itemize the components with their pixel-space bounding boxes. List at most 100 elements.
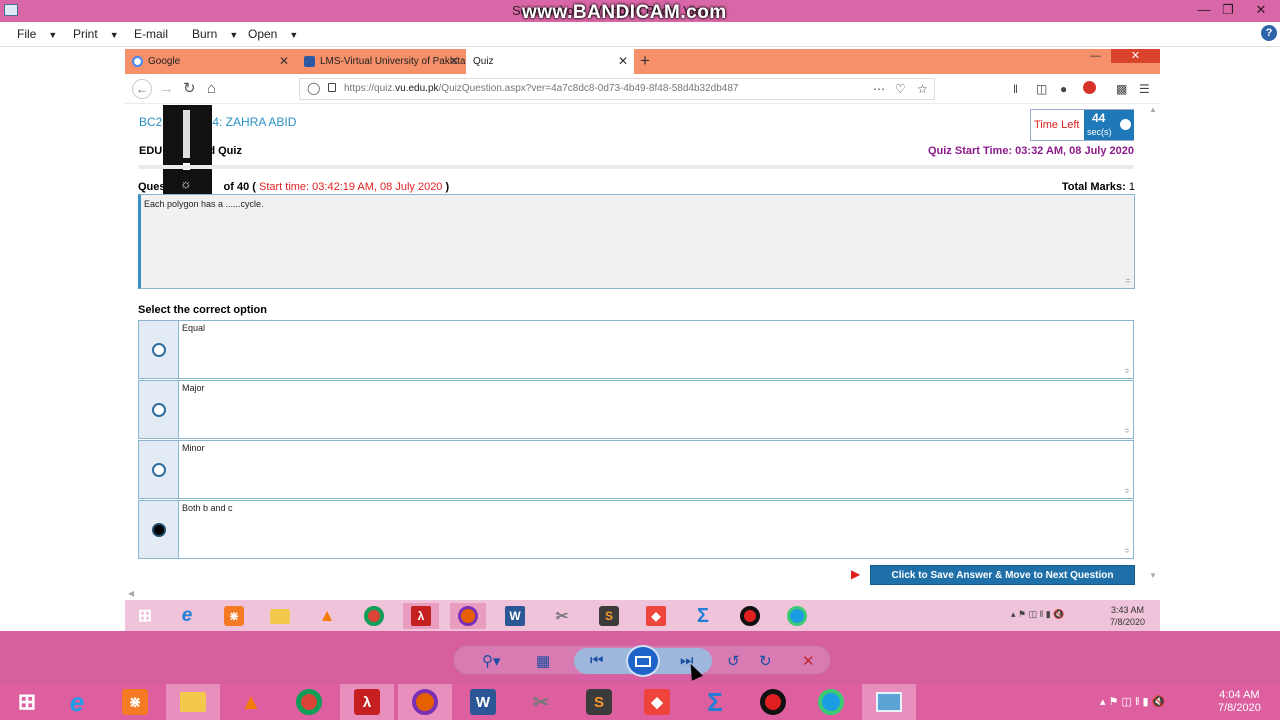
more-icon[interactable]: ⋯ <box>873 82 885 96</box>
menu-open[interactable]: Open ▼ <box>248 27 298 41</box>
close-icon[interactable]: ✕ <box>1111 49 1160 63</box>
save-next-button[interactable]: Click to Save Answer & Move to Next Ques… <box>870 565 1135 585</box>
delete-icon[interactable]: ✕ <box>802 652 815 670</box>
start-icon[interactable]: ⊞ <box>127 603 163 629</box>
time-left-value: 44 <box>1092 111 1106 125</box>
clock-icon <box>1120 119 1131 130</box>
restore-icon[interactable]: ❐ <box>1214 0 1242 20</box>
forward-icon[interactable]: → <box>159 80 174 98</box>
close-icon[interactable]: ✕ <box>449 49 459 74</box>
sublime-icon[interactable]: S <box>572 684 626 720</box>
chrome-icon[interactable] <box>356 603 392 629</box>
menu-email-label: E-mail <box>134 27 169 41</box>
file-explorer-icon[interactable] <box>262 603 298 629</box>
record-icon[interactable] <box>746 684 800 720</box>
library-icon[interactable]: ‖ <box>1013 82 1018 96</box>
menu-file[interactable]: File ▼ <box>17 27 57 41</box>
resize-grip-icon: ≑ <box>1125 278 1131 285</box>
sigma-icon[interactable]: Σ <box>685 603 721 629</box>
slideshow-icon <box>635 655 651 667</box>
bookmark-star-icon[interactable]: ☆ <box>917 82 928 96</box>
time-left-widget: Time Left 44 sec(s) <box>1030 109 1134 141</box>
option-row[interactable]: Both b and c ≑ <box>138 500 1134 559</box>
scroll-left-icon[interactable]: ◀ <box>128 589 134 598</box>
extensions-icon[interactable]: ▩ <box>1116 82 1127 96</box>
edge-icon[interactable] <box>779 603 815 629</box>
scroll-down-icon[interactable]: ▼ <box>1149 571 1157 580</box>
actual-size-icon[interactable]: ▦ <box>536 652 550 670</box>
home-icon[interactable]: ⌂ <box>207 80 216 98</box>
pocket-icon[interactable]: ♡ <box>895 82 906 96</box>
menu-email[interactable]: E-mail <box>134 27 168 41</box>
snipping-icon[interactable]: ✂ <box>544 603 580 629</box>
option-row[interactable]: Major ≑ <box>138 380 1134 439</box>
anydesk-icon[interactable]: ◆ <box>630 684 684 720</box>
tab-google-label: Google <box>148 56 181 67</box>
back-icon[interactable]: ← <box>132 79 152 99</box>
tab-lms[interactable]: LMS-Virtual University of Pakistan ✕ <box>297 49 465 74</box>
minimize-icon[interactable]: — <box>1090 49 1101 63</box>
firefox-icon[interactable] <box>450 603 486 629</box>
option-radio-1[interactable] <box>152 343 166 357</box>
sidebar-icon[interactable]: ◫ <box>1036 82 1047 96</box>
start-icon[interactable]: ⊞ <box>0 684 54 720</box>
scroll-up-icon[interactable]: ▲ <box>1149 105 1157 114</box>
menu-burn[interactable]: Burn ▼ <box>192 27 238 41</box>
rotate-right-icon[interactable]: ↻ <box>759 652 772 670</box>
url-path: /QuizQuestion.aspx?ver=4a7c8dc8-0d73-4b4… <box>438 83 739 94</box>
ie-icon[interactable]: e <box>169 603 205 629</box>
menu-print-label: Print <box>73 27 98 41</box>
zoom-icon[interactable]: ⚲▾ <box>482 652 501 670</box>
question-start-time: Start time: 03:42:19 AM, 08 July 2020 <box>258 181 443 193</box>
sigma-icon[interactable]: Σ <box>688 684 742 720</box>
xampp-icon[interactable]: ⋇ <box>216 603 252 629</box>
word-icon[interactable]: W <box>497 603 533 629</box>
edge-icon[interactable] <box>804 684 858 720</box>
sublime-icon[interactable]: S <box>591 603 627 629</box>
lock-icon <box>328 83 336 92</box>
firefox-icon[interactable] <box>398 684 452 720</box>
total-marks-value: 1 <box>1128 181 1135 193</box>
option-radio-4[interactable] <box>152 523 166 537</box>
option-row[interactable]: Minor ≑ <box>138 440 1134 499</box>
chrome-icon[interactable] <box>282 684 336 720</box>
file-explorer-icon[interactable] <box>166 684 220 720</box>
menu-print[interactable]: Print ▼ <box>73 27 119 41</box>
record-icon[interactable] <box>732 603 768 629</box>
snipping-icon[interactable]: ✂ <box>514 684 568 720</box>
word-icon[interactable]: W <box>456 684 510 720</box>
photo-viewer-app-icon <box>4 4 18 16</box>
account-icon[interactable]: ● <box>1060 82 1067 96</box>
acrobat-icon[interactable]: λ <box>340 684 394 720</box>
slideshow-button[interactable] <box>626 645 660 677</box>
tab-quiz[interactable]: Quiz ✕ <box>466 49 634 74</box>
previous-icon[interactable]: ⏮ <box>590 652 604 669</box>
close-icon[interactable]: ✕ <box>1244 0 1278 20</box>
horizontal-scrollbar[interactable]: ◀ <box>125 589 1148 599</box>
tab-google[interactable]: Google ✕ <box>125 49 295 74</box>
url-domain: vu.edu.pk <box>395 83 439 94</box>
lms-icon <box>304 56 315 67</box>
vlc-icon[interactable]: ▲ <box>224 684 278 720</box>
new-tab-icon[interactable]: + <box>640 51 650 71</box>
vlc-icon[interactable]: ▲ <box>309 603 345 629</box>
option-radio-3[interactable] <box>152 463 166 477</box>
menu-icon[interactable]: ☰ <box>1139 82 1150 96</box>
url-bar[interactable]: ◯ https://quiz.vu.edu.pk/QuizQuestion.as… <box>299 78 935 100</box>
anydesk-icon[interactable]: ◆ <box>638 603 674 629</box>
reload-icon[interactable]: ↻ <box>183 80 196 98</box>
photo-viewer-icon[interactable] <box>862 684 916 720</box>
option-row[interactable]: Equal ≑ <box>138 320 1134 379</box>
acrobat-icon[interactable]: λ <box>403 603 439 629</box>
google-icon <box>132 56 143 67</box>
vertical-scrollbar[interactable]: ▲ ▼ <box>1148 105 1160 631</box>
adblock-icon[interactable] <box>1083 81 1096 94</box>
option-radio-2[interactable] <box>152 403 166 417</box>
close-icon[interactable]: ✕ <box>279 49 289 74</box>
help-icon[interactable]: ? <box>1261 25 1277 41</box>
rotate-left-icon[interactable]: ↺ <box>727 652 740 670</box>
xampp-icon[interactable]: ⋇ <box>108 684 162 720</box>
quiz-page: BC2 4: ZAHRA ABID EDU ed Quiz ☼ Time Left … <box>125 105 1160 631</box>
ie-icon[interactable]: e <box>50 684 104 720</box>
close-icon[interactable]: ✕ <box>618 49 628 74</box>
